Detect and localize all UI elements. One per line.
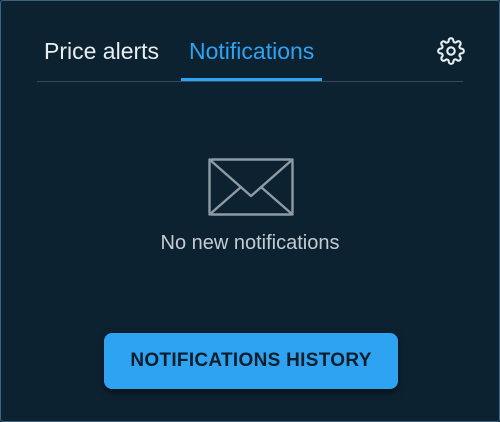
tab-price-alerts[interactable]: Price alerts [44,36,159,66]
notifications-panel: Price alerts Notifications No new notifi… [0,0,500,422]
empty-state-message: No new notifications [160,232,340,254]
gear-icon[interactable] [437,37,465,65]
notifications-history-button[interactable]: NOTIFICATIONS HISTORY [104,333,398,389]
tab-notifications[interactable]: Notifications [181,36,323,81]
tab-bar: Price alerts Notifications [37,1,465,82]
envelope-icon [208,158,294,216]
